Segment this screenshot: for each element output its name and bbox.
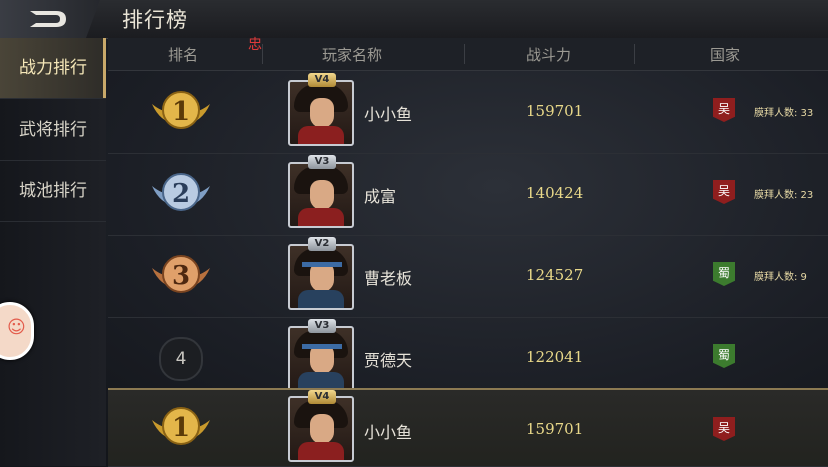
vip-badge: V3: [308, 155, 336, 169]
tab-general-ranking[interactable]: 武将排行: [0, 100, 106, 161]
table-header: 排名 玩家名称 战斗力 国家: [108, 38, 828, 71]
my-rank-row[interactable]: 1 V4 小小鱼 159701 吴: [108, 388, 828, 467]
gold-rank-badge-icon: 1: [152, 407, 210, 445]
table-row[interactable]: 3 V2 曹老板 124527 蜀 膜拜人数: 9: [108, 235, 828, 318]
svg-text:1: 1: [172, 413, 190, 443]
player-name: 小小鱼: [364, 105, 413, 124]
worship-count: 膜拜人数: 33: [754, 108, 814, 119]
svg-text:2: 2: [172, 179, 190, 209]
player-name: 曹老板: [364, 269, 413, 288]
gold-rank-badge-icon: 1: [152, 91, 210, 129]
nation-flag-icon: 吴: [713, 98, 735, 122]
worship-count: 膜拜人数: 9: [754, 272, 807, 283]
col-power: 战斗力: [526, 46, 572, 64]
nation-flag-icon: 吴: [713, 180, 735, 204]
bronze-rank-badge-icon: 3: [152, 255, 210, 293]
col-nation: 国家: [710, 46, 741, 64]
avatar[interactable]: [288, 244, 354, 310]
avatar[interactable]: [288, 80, 354, 146]
page-title: 排行榜: [122, 8, 188, 32]
col-rank: 排名: [168, 46, 199, 64]
player-name: 成富: [364, 187, 397, 206]
divider: [634, 44, 635, 64]
combat-power: 140424: [526, 184, 584, 202]
worship-count: 膜拜人数: 23: [754, 190, 814, 201]
sidebar: 战力排行 武将排行 城池排行: [0, 38, 106, 466]
nation-flag-icon: 蜀: [713, 262, 735, 286]
nation-flag-icon: 蜀: [713, 344, 735, 368]
avatar[interactable]: [288, 396, 354, 462]
silver-rank-badge-icon: 2: [152, 173, 210, 211]
loyal-mark: 忠: [248, 37, 262, 53]
player-name: 小小鱼: [364, 423, 413, 442]
player-name: 贾德天: [364, 351, 413, 370]
vip-badge: V3: [308, 319, 336, 333]
back-arrow-icon: [30, 11, 66, 27]
smile-icon: ☺: [7, 317, 26, 338]
vip-badge: V4: [308, 73, 336, 87]
svg-text:3: 3: [172, 261, 190, 291]
back-button[interactable]: [0, 0, 100, 38]
divider: [464, 44, 465, 64]
tab-power-ranking[interactable]: 战力排行: [0, 38, 106, 99]
combat-power: 159701: [526, 420, 584, 438]
table-row[interactable]: 2 V3 成富 140424 吴 膜拜人数: 23: [108, 153, 828, 236]
avatar[interactable]: [288, 162, 354, 228]
vip-badge: V2: [308, 237, 336, 251]
rank-number: 4: [159, 337, 203, 381]
divider: [262, 44, 263, 64]
combat-power: 159701: [526, 102, 584, 120]
tab-city-ranking[interactable]: 城池排行: [0, 161, 106, 222]
nation-flag-icon: 吴: [713, 417, 735, 441]
combat-power: 124527: [526, 266, 584, 284]
col-player: 玩家名称: [322, 46, 383, 64]
svg-text:1: 1: [172, 97, 190, 127]
avatar[interactable]: [288, 326, 354, 392]
combat-power: 122041: [526, 348, 584, 366]
vip-badge: V4: [308, 390, 336, 404]
top-bar: 排行榜: [0, 0, 828, 39]
table-row[interactable]: 1 V4 小小鱼 159701 吴 膜拜人数: 33: [108, 71, 828, 154]
